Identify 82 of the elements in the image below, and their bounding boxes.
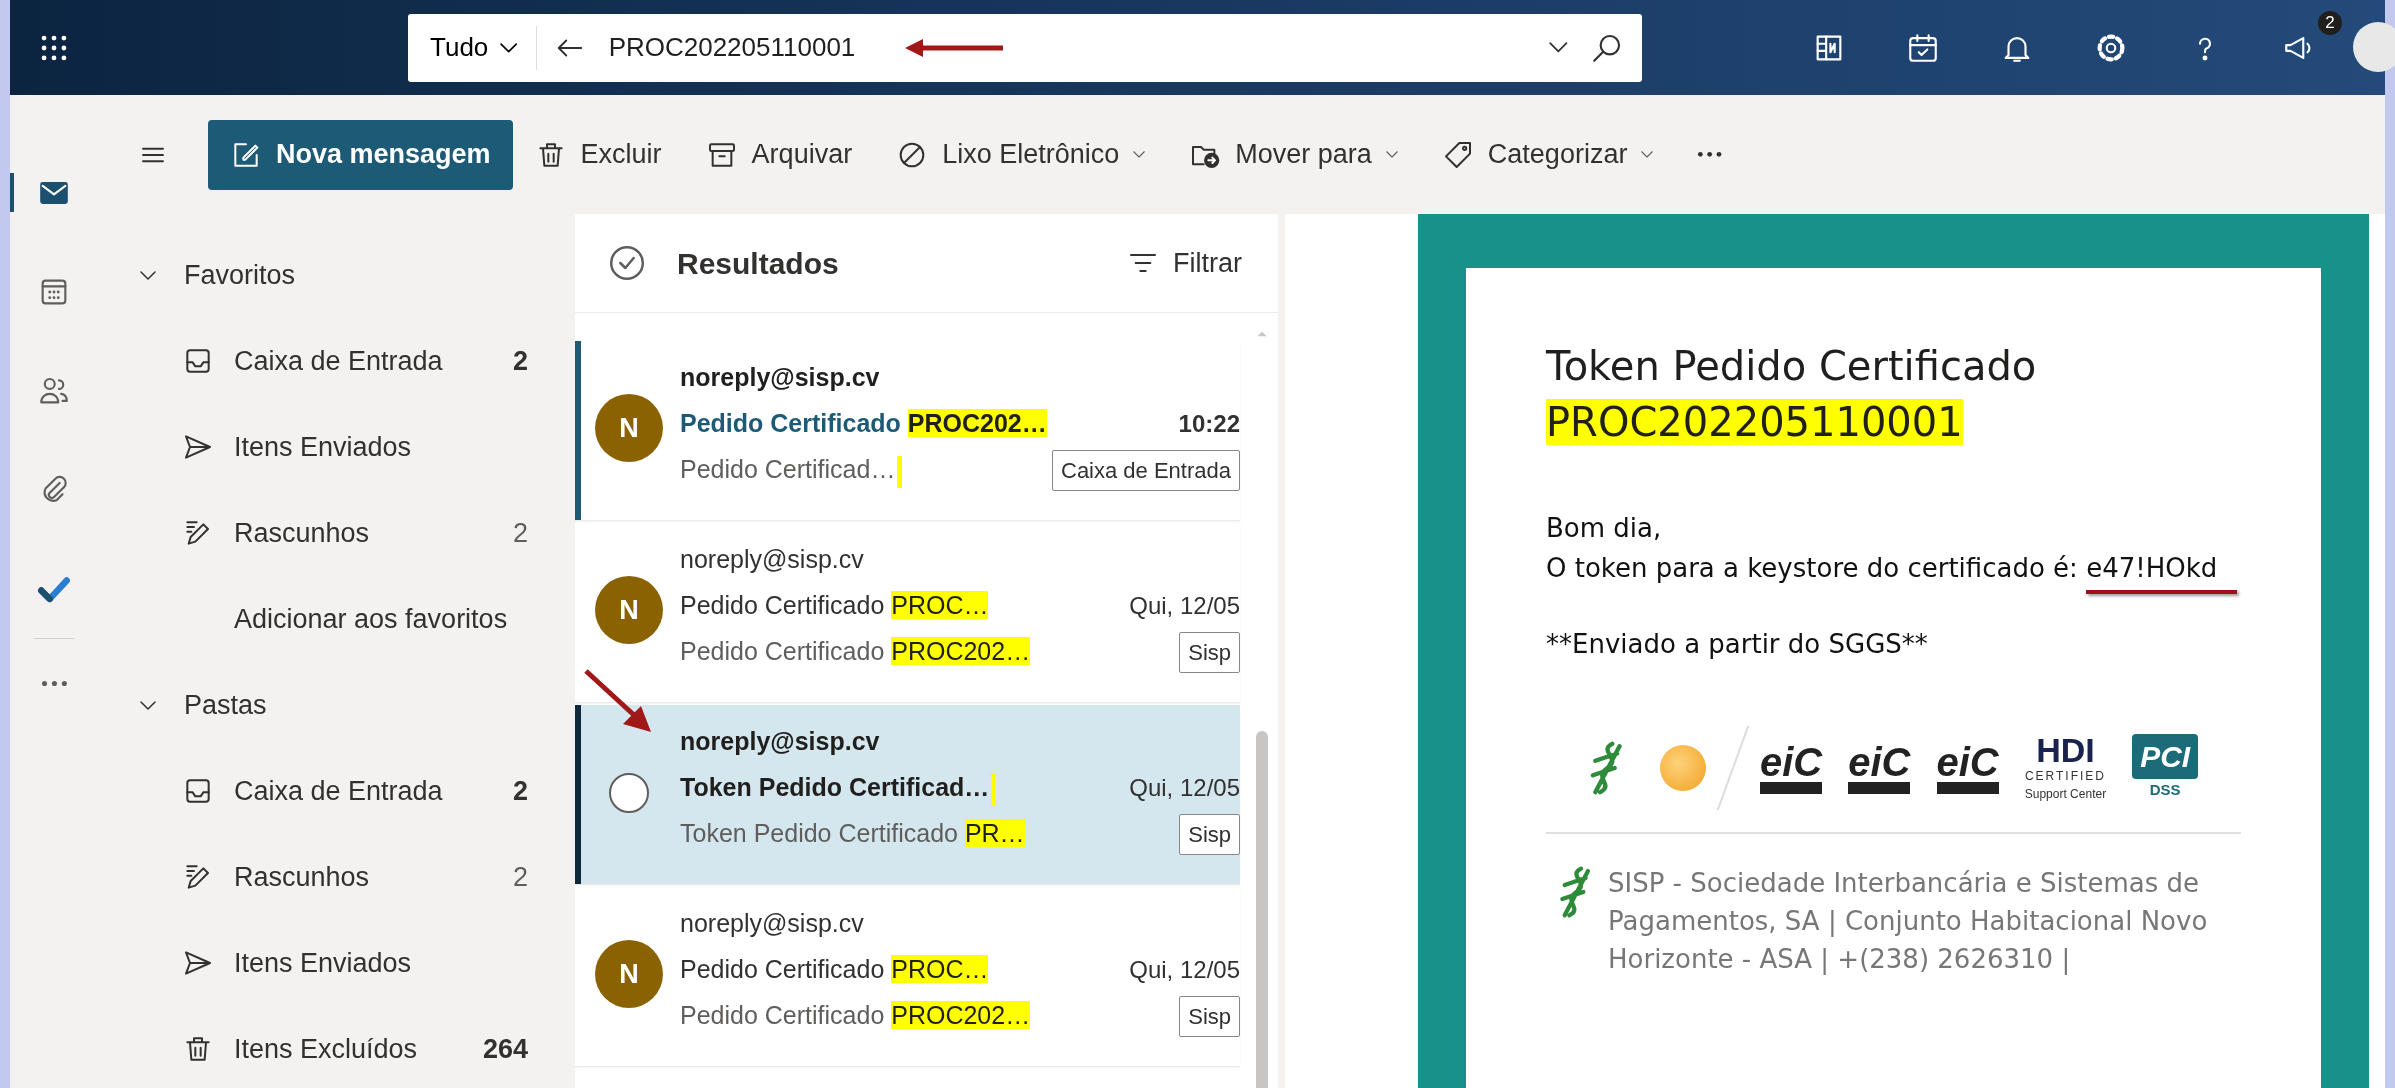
message-subject: Token Pedido Certificad…: [680, 769, 997, 807]
folder-section-header[interactable]: Favoritos: [98, 232, 558, 318]
check-circle-icon: [607, 243, 647, 283]
add-favorite-link[interactable]: Adicionar aos favoritos: [98, 576, 514, 662]
results-heading: Resultados: [677, 245, 840, 282]
message-item[interactable]: N noreply@sisp.cv Pedido Certificado PROC… Qui, 12/05 Pedido Certificado PROC202… Sisp: [575, 523, 1240, 703]
message-subject: Pedido Certificado PROC…: [680, 590, 989, 622]
toolbar-button[interactable]: Mover para: [1167, 134, 1420, 175]
folder-item[interactable]: Caixa de Entrada 2: [98, 318, 558, 404]
more-icon: [1697, 151, 1723, 158]
annotation-arrow: [584, 669, 651, 732]
folder-tag: Sisp: [1179, 813, 1240, 855]
search-field[interactable]: Tudo PROC202205110001: [408, 13, 1642, 82]
chevron-down-icon: [1133, 151, 1146, 158]
folder-item[interactable]: Itens Excluídos 264: [98, 1006, 558, 1088]
certification-logo-text: PCI: [2132, 734, 2199, 780]
folder-item[interactable]: Itens Enviados: [98, 920, 558, 1006]
certification-logo-text: eiC: [1936, 742, 1999, 782]
chevron-down-icon: [140, 270, 156, 280]
chevron-down-icon: [1549, 42, 1568, 53]
toolbar-button[interactable]: Categorizar: [1419, 134, 1676, 175]
signature-text: **Enviado a partir do SGGS**: [1546, 629, 1928, 659]
message-preview: Pedido Certificad…: [680, 451, 903, 489]
avatar: N: [595, 576, 663, 644]
scope-dropdown[interactable]: Tudo: [408, 25, 537, 70]
folder-item[interactable]: Rascunhos 2: [98, 834, 558, 920]
message-time: Qui, 12/05: [1129, 773, 1240, 803]
folder-section-header[interactable]: Pastas: [98, 662, 558, 748]
message-item[interactable]: N noreply@sisp.cv Pedido Certificado PROC… Qui, 12/05 Pedido Certificado PROC202… Sisp: [575, 887, 1240, 1067]
message-preview: Pedido Certificado PROC202…: [680, 1000, 1031, 1032]
greeting-text: Bom dia,: [1546, 513, 1662, 543]
toolbar-button[interactable]: Arquivar: [683, 134, 875, 175]
email-title: Token Pedido Certificado PROC202205110001: [1546, 342, 2038, 447]
notification-badge: 2: [2318, 10, 2342, 35]
message-item[interactable]: N noreply@sisp.cv Pedido Certificado PROC202… 10:22 Pedido Certificad… Caixa de Entrada: [575, 341, 1240, 521]
sender-name: noreply@sisp.cv: [680, 362, 880, 394]
folder-tag: Sisp: [1179, 631, 1240, 673]
footer-text: SISP - Sociedade Interbancária e Sistemas de Pagamentos, SA | Conjunto Habitacional Novo Horizonte - ASA | +(238) 2626310 |: [1608, 867, 2209, 977]
new-message-button[interactable]: Nova mensagem: [208, 119, 513, 190]
avatar: N: [595, 394, 663, 462]
sender-name: noreply@sisp.cv: [680, 908, 864, 940]
round-logo-icon: [1660, 745, 1706, 791]
message-subject: Pedido Certificado PROC202…: [680, 408, 1047, 440]
certification-bar-icon: [1936, 782, 1999, 794]
chevron-down-icon: [500, 42, 518, 53]
select-all-button[interactable]: [607, 243, 647, 283]
message-preview: Token Pedido Certificado PR…: [680, 818, 1025, 850]
chevron-down-icon: [140, 700, 156, 710]
message-time: 10:22: [1178, 409, 1240, 439]
certification-caption: Support Center: [2024, 786, 2107, 803]
folder-tag: Sisp: [1179, 995, 1240, 1037]
certification-logo-text: eiC: [1848, 742, 1911, 782]
message-time: Qui, 12/05: [1129, 591, 1240, 621]
sender-name: noreply@sisp.cv: [680, 544, 864, 576]
token-sentence: O token para a keystore do certificado é:: [1546, 553, 2078, 583]
avatar: N: [595, 940, 663, 1008]
message-item[interactable]: noreply@sisp.cv Token Pedido Certificad… Qui, 12/05 Token Pedido Certificado PR… Sisp: [575, 705, 1240, 885]
folder-tag: Caixa de Entrada: [1052, 449, 1240, 491]
message-time: Qui, 12/05: [1129, 955, 1240, 985]
toolbar-button[interactable]: Excluir: [512, 134, 684, 175]
toolbar-button[interactable]: Lixo Eletrônico: [874, 134, 1168, 175]
message-preview: Pedido Certificado PROC202…: [680, 636, 1031, 668]
message-subject: Pedido Certificado PROC…: [680, 954, 989, 986]
more-icon: [40, 680, 68, 688]
certification-caption: DSS: [2149, 780, 2181, 801]
account-avatar[interactable]: [2353, 22, 2395, 72]
token-value: e47!HOkd: [2086, 553, 2218, 583]
certification-logo-text: HDI: [2036, 733, 2095, 767]
certification-bar-icon: [1760, 782, 1823, 794]
select-circle[interactable]: [609, 773, 649, 813]
folder-item[interactable]: Caixa de Entrada 2: [98, 748, 558, 834]
search-dropdown-button[interactable]: [1549, 42, 1568, 53]
folder-item[interactable]: Itens Enviados: [98, 404, 558, 490]
chevron-down-icon: [1385, 151, 1398, 158]
filter-button[interactable]: Filtrar: [1121, 241, 1248, 285]
scrollbar-thumb[interactable]: [1256, 731, 1268, 1088]
certification-caption: CERTIFIED: [2024, 768, 2106, 785]
chevron-down-icon: [1641, 151, 1654, 158]
certification-bar-icon: [1848, 782, 1911, 794]
folder-item[interactable]: Rascunhos 2: [98, 490, 558, 576]
certification-logo-text: eiC: [1760, 742, 1823, 782]
sender-name: noreply@sisp.cv: [680, 726, 880, 758]
